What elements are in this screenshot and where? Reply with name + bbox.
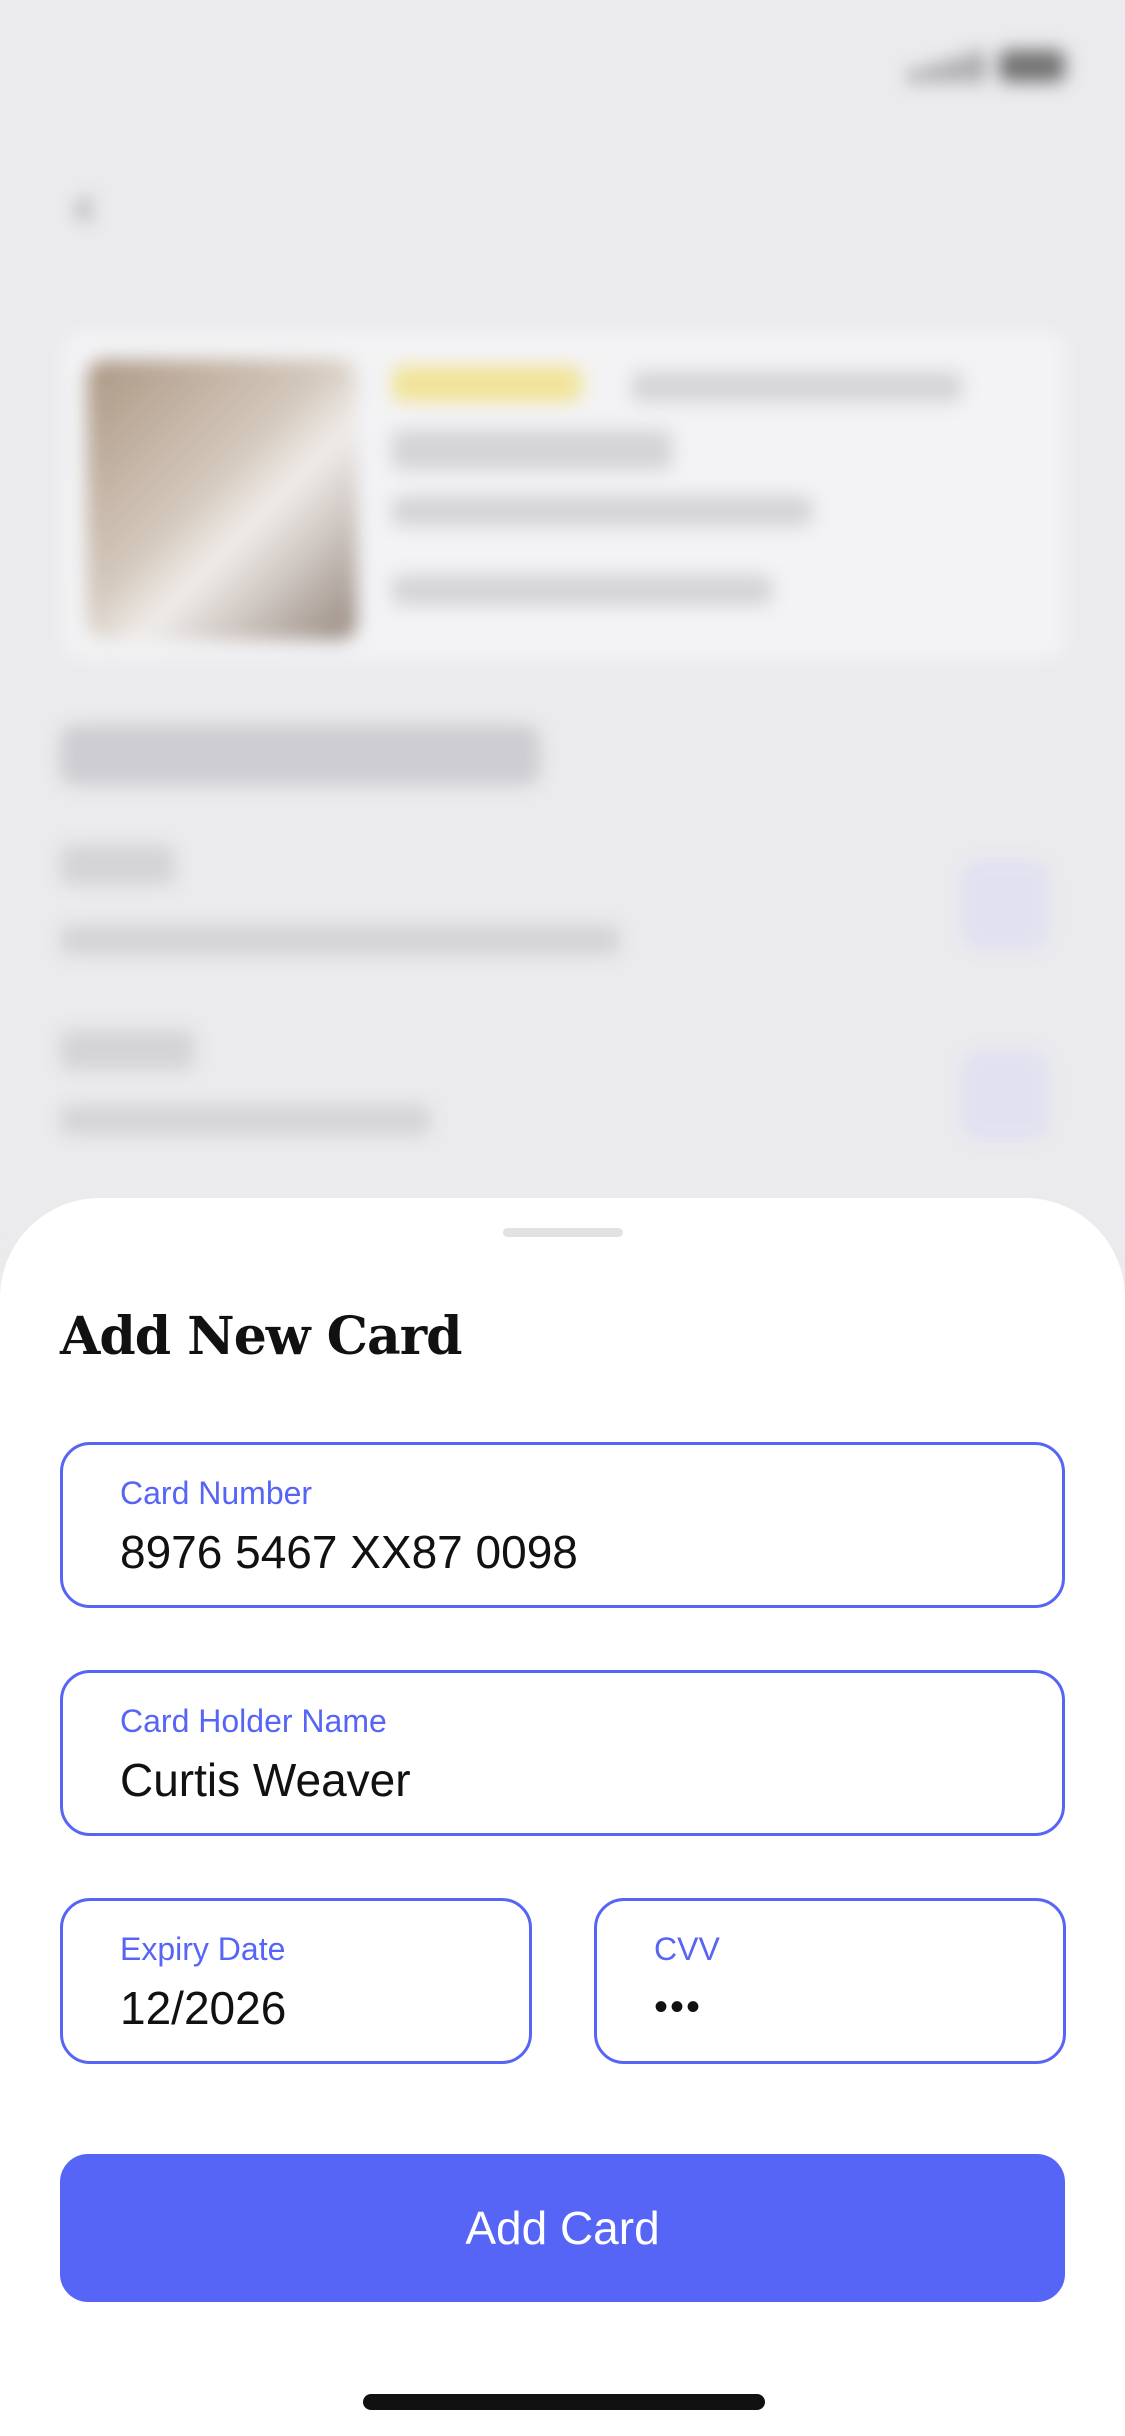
card-holder-field[interactable]: Card Holder Name Curtis Weaver [60, 1670, 1065, 1836]
card-number-input[interactable]: 8976 5467 XX87 0098 [120, 1525, 578, 1579]
sheet-title: Add New Card [60, 1306, 462, 1367]
card-number-field[interactable]: Card Number 8976 5467 XX87 0098 [60, 1442, 1065, 1608]
cvv-label: CVV [654, 1931, 720, 1967]
add-card-sheet: Add New Card Card Number 8976 5467 XX87 … [0, 1198, 1125, 2436]
card-holder-label: Card Holder Name [120, 1703, 387, 1739]
expiry-date-label: Expiry Date [120, 1931, 286, 1967]
cvv-field[interactable]: CVV ••• [594, 1898, 1066, 2064]
sheet-grabber[interactable] [503, 1228, 623, 1237]
card-number-label: Card Number [120, 1475, 313, 1511]
add-card-button[interactable]: Add Card [60, 2154, 1065, 2302]
card-holder-input[interactable]: Curtis Weaver [120, 1753, 411, 1807]
expiry-date-input[interactable]: 12/2026 [120, 1981, 286, 2035]
expiry-date-field[interactable]: Expiry Date 12/2026 [60, 1898, 532, 2064]
cvv-input[interactable]: ••• [654, 1985, 702, 2030]
home-indicator[interactable] [363, 2394, 765, 2410]
